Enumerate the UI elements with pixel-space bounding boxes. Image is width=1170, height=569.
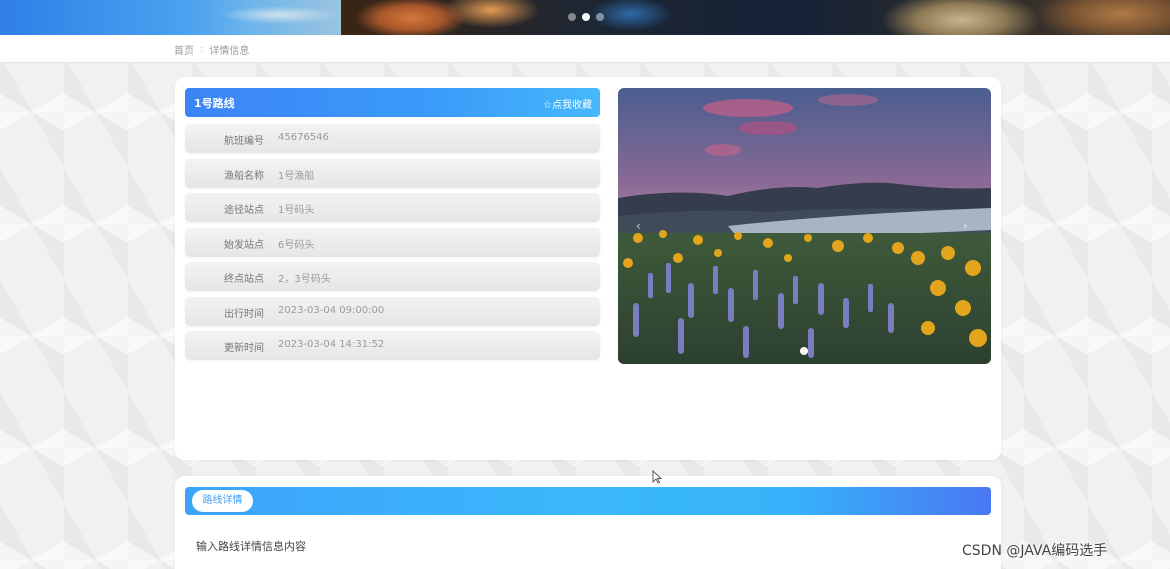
route-title: 1号路线 [194,97,235,110]
field-value: 6号码头 [278,239,315,251]
mouse-cursor-icon [652,470,662,484]
banner-image-sky [0,0,341,35]
breadcrumb-current: 详情信息 [209,46,250,57]
banner-dot-active[interactable] [582,13,590,21]
banner-pagination[interactable] [568,13,604,21]
field-row-flight-number: 航班编号 45676546 [185,124,600,153]
favorite-button[interactable]: ☆点我收藏 [543,96,592,111]
photo-prev-icon[interactable]: ‹ [636,219,641,233]
breadcrumb-separator: : [200,44,204,55]
watermark-text: CSDN @JAVA编码选手 [962,543,1108,559]
field-row-origin-station: 始发站点 6号码头 [185,227,600,257]
field-value: 45676546 [278,132,329,143]
top-banner-carousel[interactable] [0,0,1170,35]
field-label: 始发站点 [224,239,264,251]
tab-route-details[interactable]: 路线详情 [192,490,253,512]
route-details-card: 路线详情 输入路线详情信息内容 [175,476,1001,569]
field-label: 终点站点 [224,274,264,285]
field-label: 渔船名称 [224,170,264,182]
field-row-terminal-station: 终点站点 2，3号码头 [185,262,600,291]
field-value: 1号渔船 [278,170,315,182]
photo-next-icon[interactable]: › [963,219,968,233]
field-value: 2，3号码头 [278,274,331,285]
field-row-boat-name: 渔船名称 1号渔船 [185,158,600,188]
field-label: 航班编号 [224,136,264,147]
breadcrumb-home-link[interactable]: 首页 [174,42,194,57]
field-label: 途径站点 [224,205,264,216]
banner-dot[interactable] [568,13,576,21]
route-photo-carousel[interactable]: ‹ › [618,88,991,364]
photo-pagination-dot[interactable] [800,347,808,355]
field-label: 出行时间 [224,308,264,320]
field-row-updated-time: 更新时间 2023-03-04 14:31:52 [185,331,600,360]
field-value: 2023-03-04 14:31:52 [278,339,385,350]
route-info-card: 1号路线 ☆点我收藏 航班编号 45676546 渔船名称 1号渔船 途径站点 … [175,77,1001,460]
route-field-list: 航班编号 45676546 渔船名称 1号渔船 途径站点 1号码头 始发站点 6… [185,124,600,366]
banner-dot[interactable] [596,13,604,21]
breadcrumb-bar: 首页 : 详情信息 [0,35,1170,63]
field-row-via-station: 途径站点 1号码头 [185,193,600,222]
route-details-content: 输入路线详情信息内容 [196,540,306,553]
field-value: 1号码头 [278,205,315,216]
landscape-photo [618,88,991,364]
field-row-departure-time: 出行时间 2023-03-04 09:00:00 [185,296,600,326]
field-label: 更新时间 [224,343,264,354]
details-section-header: 路线详情 [185,487,991,515]
banner-image-reef [341,0,1170,35]
route-title-bar: 1号路线 ☆点我收藏 [185,88,600,117]
field-value: 2023-03-04 09:00:00 [278,304,385,316]
breadcrumb: 首页 : 详情信息 [174,42,249,57]
